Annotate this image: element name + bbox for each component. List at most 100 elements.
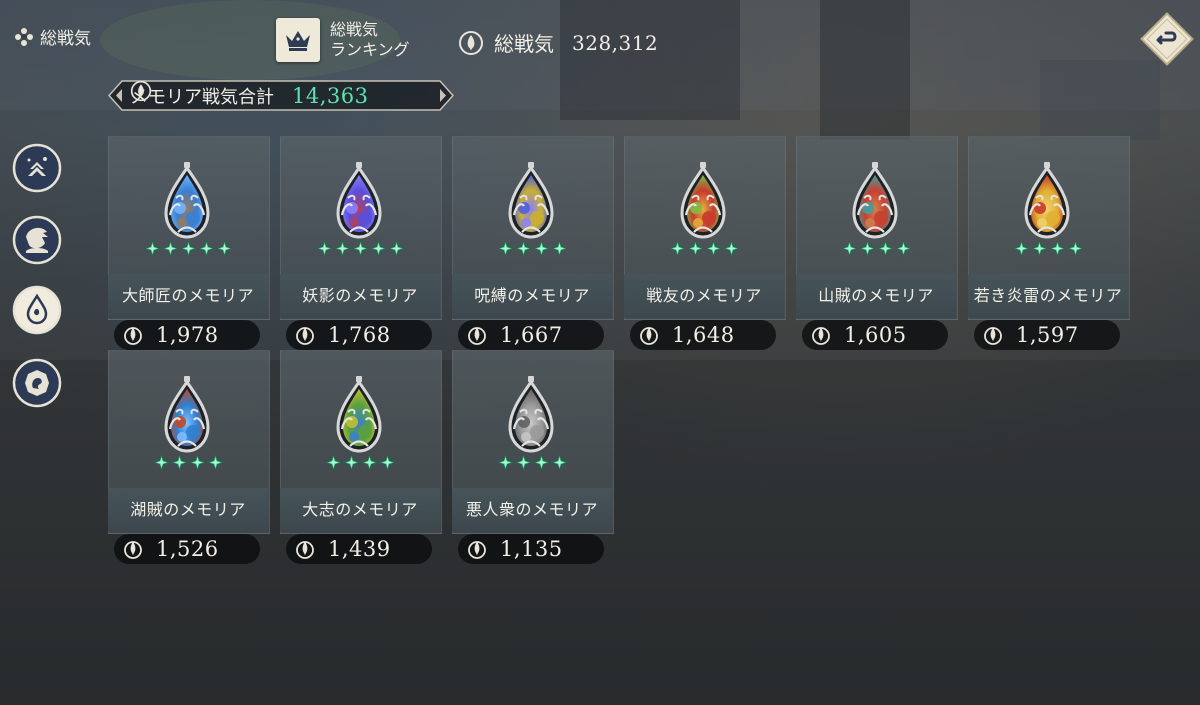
memoria-power-value: 1,135 <box>500 537 563 561</box>
rarity-star-icon <box>532 240 550 257</box>
memoria-pendant-icon <box>680 162 726 239</box>
rarity-stars <box>624 240 784 257</box>
memoria-power-value: 1,978 <box>156 323 219 347</box>
rarity-stars <box>108 240 268 257</box>
memoria-power-value: 1,648 <box>672 323 735 347</box>
memoria-power-value: 1,667 <box>500 323 563 347</box>
power-icon <box>296 541 314 559</box>
back-button[interactable] <box>1136 8 1198 70</box>
rarity-star-icon <box>1048 240 1066 257</box>
rarity-star-icon <box>686 240 704 257</box>
rarity-star-icon <box>550 240 568 257</box>
power-icon <box>459 30 483 55</box>
memoria-total-value: 14,363 <box>292 83 369 108</box>
rarity-star-icon <box>514 454 532 471</box>
memoria-pendant-icon <box>164 376 210 453</box>
crown-icon <box>276 18 320 62</box>
memoria-pendant-icon <box>508 376 554 453</box>
rarity-stars <box>968 240 1128 257</box>
memoria-name: 大師匠のメモリア <box>108 274 268 318</box>
rarity-star-icon <box>197 240 215 257</box>
memoria-power: 1,978 <box>114 320 260 350</box>
memoria-power: 1,605 <box>802 320 948 350</box>
rarity-star-icon <box>496 240 514 257</box>
memoria-pendant-icon <box>508 162 554 239</box>
rarity-star-icon <box>324 454 342 471</box>
rarity-stars <box>796 240 956 257</box>
memoria-power: 1,526 <box>114 534 260 564</box>
memoria-power-value: 1,439 <box>328 537 391 561</box>
total-power-label: 総戦気 <box>494 32 554 56</box>
memoria-power-value: 1,605 <box>844 323 907 347</box>
ranking-label: 総戦気 ランキング <box>330 20 410 59</box>
rarity-star-icon <box>550 454 568 471</box>
rarity-star-icon <box>206 454 224 471</box>
memoria-name: 湖賊のメモリア <box>108 488 268 532</box>
screen-title: 総戦気 <box>14 24 91 49</box>
screen-title-text: 総戦気 <box>40 29 91 49</box>
power-icon <box>124 327 142 345</box>
emblem-icon <box>25 370 49 396</box>
memoria-power: 1,439 <box>286 534 432 564</box>
rarity-star-icon <box>342 454 360 471</box>
rarity-stars <box>108 454 268 471</box>
power-icon <box>468 541 486 559</box>
rarity-star-icon <box>333 240 351 257</box>
memoria-name: 悪人衆のメモリア <box>452 488 612 532</box>
power-icon <box>468 327 486 345</box>
side-nav-memoria[interactable] <box>12 285 62 335</box>
rarity-stars <box>452 454 612 471</box>
memoria-pendant-icon <box>164 162 210 239</box>
rarity-star-icon <box>161 240 179 257</box>
rarity-star-icon <box>876 240 894 257</box>
memoria-power-value: 1,597 <box>1016 323 1079 347</box>
rarity-star-icon <box>143 240 161 257</box>
rarity-stars <box>452 240 612 257</box>
memoria-power: 1,768 <box>286 320 432 350</box>
rarity-star-icon <box>858 240 876 257</box>
memoria-power: 1,667 <box>458 320 604 350</box>
rarity-star-icon <box>496 454 514 471</box>
memoria-power: 1,135 <box>458 534 604 564</box>
memoria-power: 1,648 <box>630 320 776 350</box>
rarity-stars <box>280 454 440 471</box>
rarity-star-icon <box>840 240 858 257</box>
power-icon <box>124 541 142 559</box>
rarity-star-icon <box>351 240 369 257</box>
rarity-stars <box>280 240 440 257</box>
memoria-total-banner: メモリア戦気合計 14,363 <box>108 80 454 111</box>
side-nav-emblem[interactable] <box>12 358 62 408</box>
flower-emblem-icon <box>15 27 33 46</box>
rarity-star-icon <box>152 454 170 471</box>
rarity-star-icon <box>704 240 722 257</box>
rarity-star-icon <box>514 240 532 257</box>
memoria-name: 山賊のメモリア <box>796 274 956 318</box>
rarity-star-icon <box>315 240 333 257</box>
rarity-star-icon <box>894 240 912 257</box>
memoria-pendant-icon <box>852 162 898 239</box>
memoria-pendant-icon <box>336 376 382 453</box>
memoria-name: 若き炎雷のメモリア <box>968 274 1128 318</box>
memoria-power: 1,597 <box>974 320 1120 350</box>
rarity-star-icon <box>1030 240 1048 257</box>
power-icon <box>984 327 1002 345</box>
rarity-star-icon <box>360 454 378 471</box>
memoria-name: 大志のメモリア <box>280 488 440 532</box>
rarity-star-icon <box>369 240 387 257</box>
side-nav-ascend[interactable] <box>12 143 62 193</box>
rarity-star-icon <box>170 454 188 471</box>
rarity-star-icon <box>387 240 405 257</box>
side-nav-character[interactable] <box>12 215 62 265</box>
ranking-button[interactable]: 総戦気 ランキング <box>276 18 410 62</box>
rarity-star-icon <box>532 454 550 471</box>
memoria-power-value: 1,526 <box>156 537 219 561</box>
memoria-pendant-icon <box>1024 162 1070 239</box>
power-icon <box>812 327 830 345</box>
memoria-pendant-icon <box>336 162 382 239</box>
memoria-name: 妖影のメモリア <box>280 274 440 318</box>
rarity-star-icon <box>215 240 233 257</box>
power-icon <box>296 327 314 345</box>
rarity-star-icon <box>722 240 740 257</box>
power-icon <box>640 327 658 345</box>
total-power-value: 328,312 <box>572 30 659 55</box>
